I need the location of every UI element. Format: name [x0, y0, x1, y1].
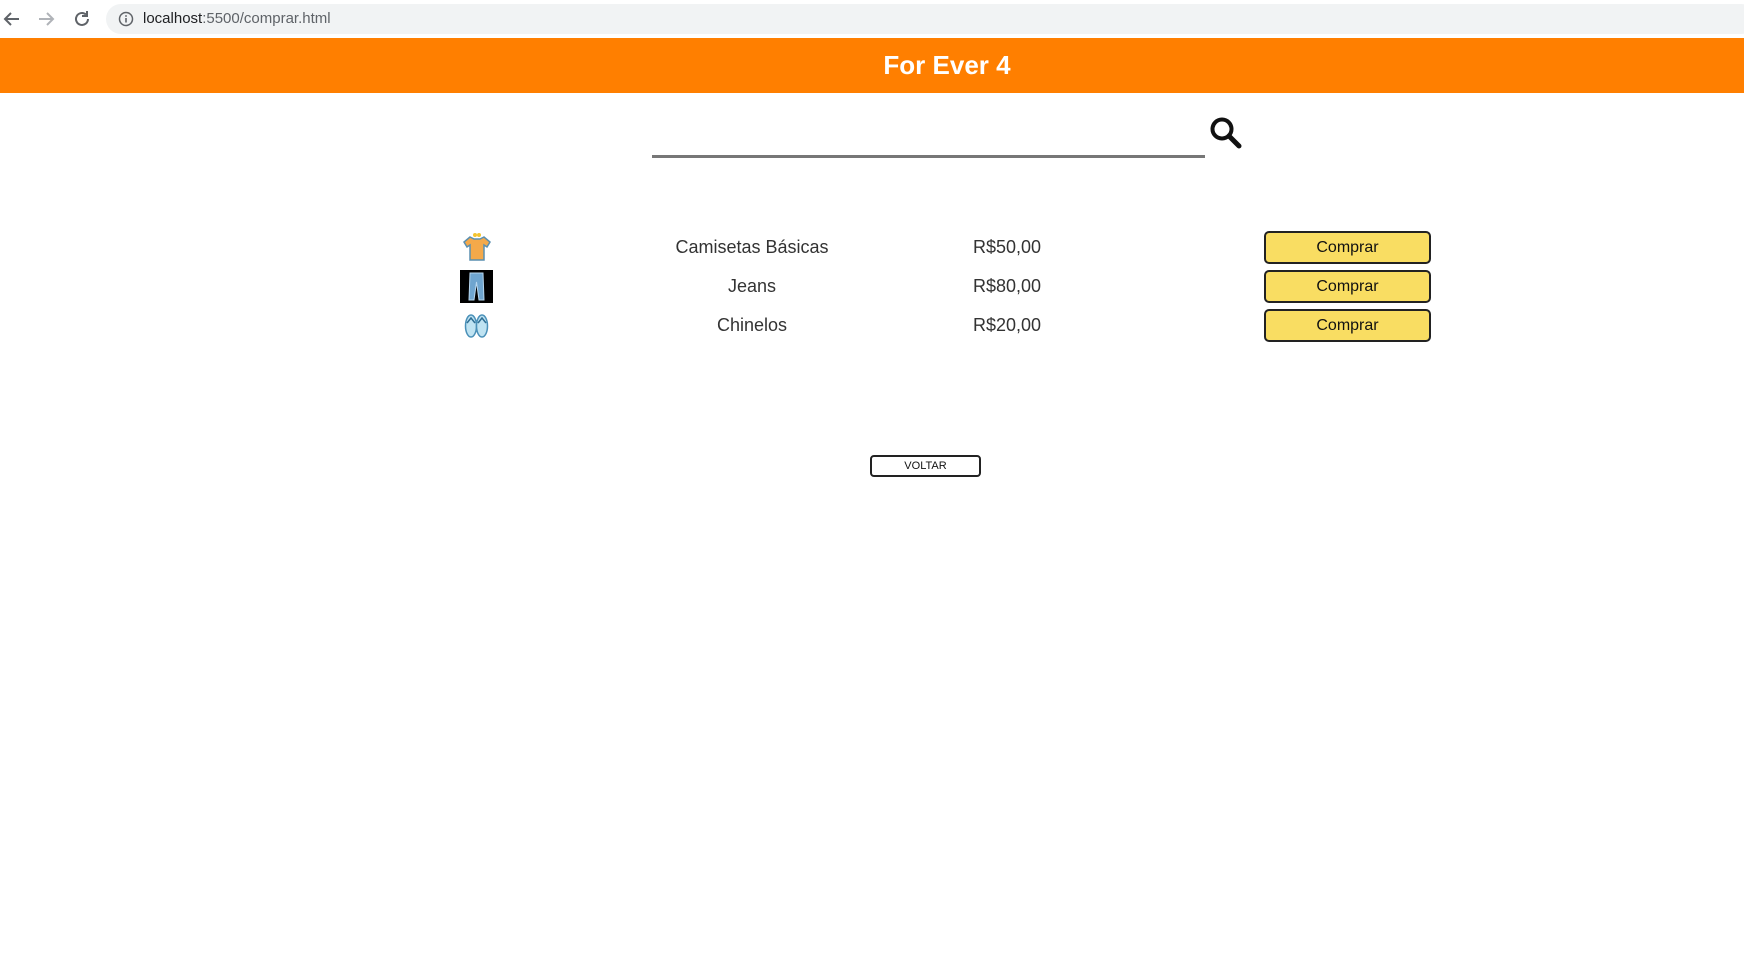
flipflops-icon [460, 309, 493, 342]
reload-icon[interactable] [70, 7, 94, 31]
url-path: :5500/comprar.html [202, 10, 331, 27]
buy-button[interactable]: Comprar [1264, 231, 1431, 264]
browser-toolbar: localhost:5500/comprar.html [0, 0, 1744, 38]
product-name: Jeans [727, 276, 777, 296]
forward-arrow-icon[interactable] [34, 7, 58, 31]
buy-button[interactable]: Comprar [1264, 309, 1431, 342]
address-bar[interactable]: localhost:5500/comprar.html [106, 4, 1744, 34]
site-header: For Ever 4 [0, 38, 1744, 93]
info-icon[interactable] [118, 11, 134, 27]
search-input[interactable] [652, 110, 1205, 158]
product-name: Camisetas Básicas [675, 237, 829, 257]
jeans-icon [460, 270, 493, 303]
product-row: Jeans R$80,00 Comprar [460, 268, 1432, 304]
product-price: R$80,00 [972, 276, 1042, 296]
back-button[interactable]: VOLTAR [870, 455, 981, 477]
site-title: For Ever 4 [883, 50, 1011, 80]
buy-button[interactable]: Comprar [1264, 270, 1431, 303]
product-price: R$20,00 [972, 315, 1042, 335]
product-name: Chinelos [716, 315, 788, 335]
search-icon[interactable] [1208, 115, 1244, 151]
product-row: Chinelos R$20,00 Comprar [460, 307, 1432, 343]
product-row: Camisetas Básicas R$50,00 Comprar [460, 229, 1432, 265]
tshirt-icon [460, 231, 493, 264]
url-text[interactable]: localhost:5500/comprar.html [143, 10, 331, 27]
back-arrow-icon[interactable] [0, 7, 24, 31]
url-host: localhost [143, 10, 203, 27]
product-price: R$50,00 [972, 237, 1042, 257]
